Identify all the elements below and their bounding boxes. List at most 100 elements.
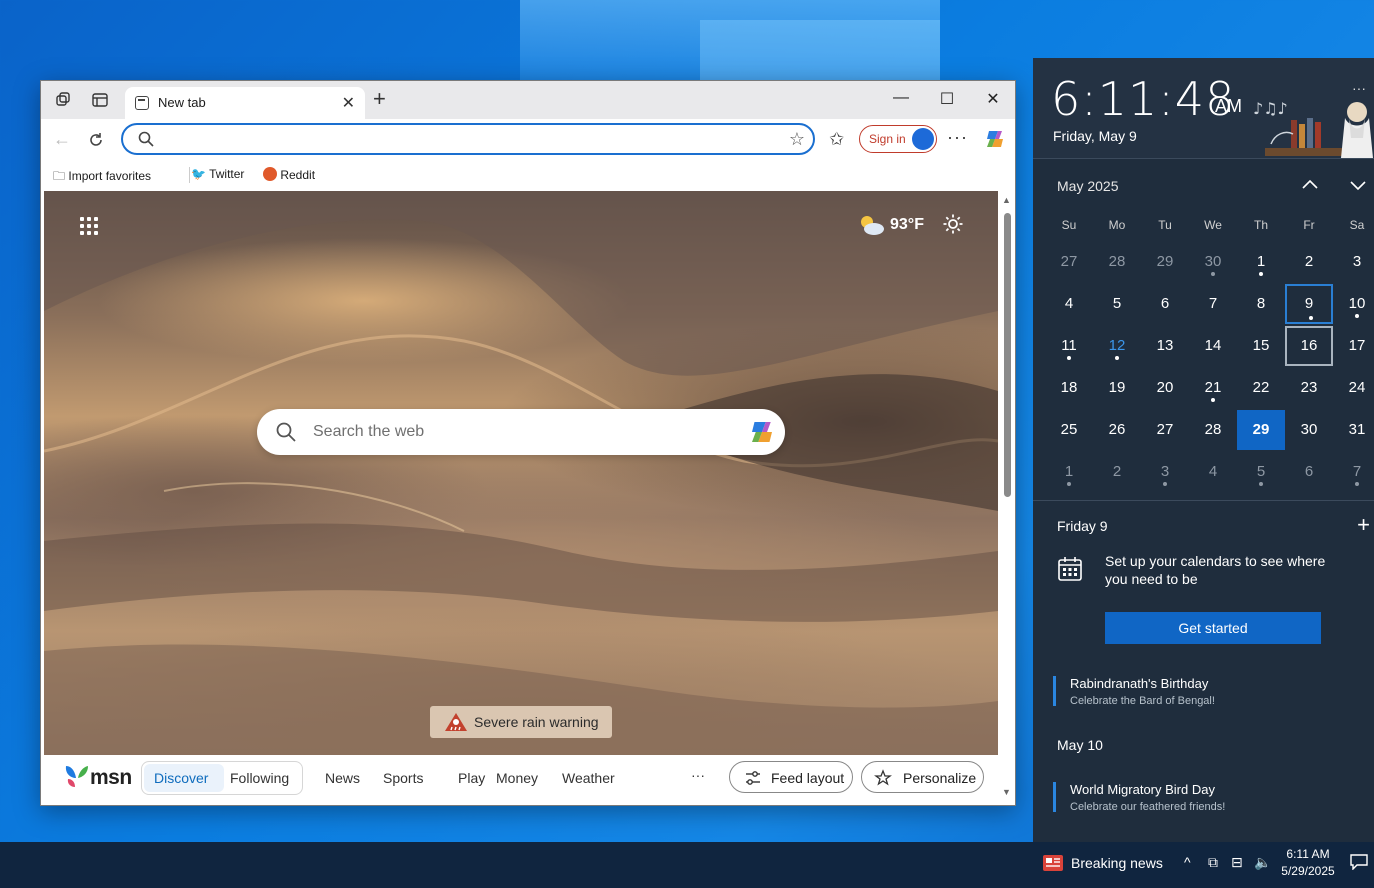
page-scrollbar[interactable]: ▲ ▼ — [999, 191, 1015, 805]
msn-category-news[interactable]: News — [325, 770, 360, 786]
volume-icon[interactable]: 🔈 — [1254, 854, 1271, 871]
show-hidden-icons-chevron-icon[interactable]: ^ — [1184, 854, 1191, 870]
calendar-day[interactable]: 3 — [1141, 452, 1189, 492]
calendar-day[interactable]: 6 — [1285, 452, 1333, 492]
calendar-day-number: 2 — [1112, 463, 1122, 480]
bookmark-reddit[interactable]: Reddit — [263, 167, 315, 182]
action-center-icon[interactable] — [1350, 854, 1368, 870]
minimize-button[interactable]: — — [891, 89, 911, 107]
calendar-day[interactable]: 27 — [1045, 242, 1093, 282]
calendar-day-number: 29 — [1156, 253, 1174, 270]
tab-discover[interactable]: Discover — [154, 770, 208, 786]
web-search-box[interactable]: Search the web — [257, 409, 785, 455]
maximize-button[interactable]: ☐ — [937, 89, 957, 109]
calendar-day[interactable]: 20 — [1141, 368, 1189, 408]
calendar-day[interactable]: 7 — [1189, 284, 1237, 324]
calendar-day[interactable]: 1 — [1237, 242, 1285, 282]
page-settings-gear-icon[interactable] — [942, 213, 964, 235]
calendar-day[interactable]: 5 — [1093, 284, 1141, 324]
previous-month-chevron-up-icon[interactable] — [1299, 174, 1321, 196]
tab-new-tab[interactable]: New tab ✕ — [125, 87, 365, 119]
calendar-day[interactable]: 5 — [1237, 452, 1285, 492]
scroll-down-arrow-icon[interactable]: ▼ — [1002, 787, 1011, 797]
calendar-day[interactable]: 7 — [1333, 452, 1374, 492]
calendar-day[interactable]: 27 — [1141, 410, 1189, 450]
bookmark-import-favorites[interactable]: 🗀 Import favorites — [53, 167, 151, 188]
sign-in-button[interactable]: Sign in — [859, 125, 937, 153]
calendar-day[interactable]: 21 — [1189, 368, 1237, 408]
calendar-day[interactable]: 30 — [1189, 242, 1237, 282]
calendar-day[interactable]: 28 — [1093, 242, 1141, 282]
scroll-up-arrow-icon[interactable]: ▲ — [1002, 195, 1011, 205]
calendar-day[interactable]: 14 — [1189, 326, 1237, 366]
calendar-day[interactable]: 10 — [1333, 284, 1374, 324]
flyout-more-icon[interactable]: ··· — [1352, 80, 1366, 96]
close-window-button[interactable]: ✕ — [983, 89, 1003, 109]
personalize-button[interactable]: Personalize — [861, 761, 984, 793]
month-title[interactable]: May 2025 — [1057, 178, 1118, 194]
new-tab-button[interactable]: + — [373, 88, 386, 110]
news-widget-icon[interactable] — [1042, 852, 1064, 874]
calendar-day[interactable]: 4 — [1045, 284, 1093, 324]
calendar-day[interactable]: 2 — [1285, 242, 1333, 282]
msn-butterfly-logo[interactable] — [62, 763, 92, 791]
calendar-day[interactable]: 25 — [1045, 410, 1093, 450]
workspaces-icon[interactable] — [55, 91, 73, 109]
msn-category-money[interactable]: Money — [496, 770, 538, 786]
feed-layout-button[interactable]: Feed layout — [729, 761, 853, 793]
calendar-day[interactable]: 18 — [1045, 368, 1093, 408]
news-widget-label[interactable]: Breaking news — [1071, 855, 1163, 871]
meet-now-icon[interactable]: ⧉ — [1208, 854, 1218, 871]
bookmark-twitter[interactable]: 🐦 Twitter — [191, 167, 244, 181]
calendar-day[interactable]: 24 — [1333, 368, 1374, 408]
event-title[interactable]: World Migratory Bird Day — [1070, 782, 1215, 797]
calendar-day[interactable]: 28 — [1189, 410, 1237, 450]
calendar-day[interactable]: 29 — [1237, 410, 1285, 450]
settings-more-icon[interactable]: ··· — [947, 127, 968, 148]
clock-date[interactable]: Friday, May 9 — [1053, 128, 1137, 144]
msn-category-weather[interactable]: Weather — [562, 770, 615, 786]
refresh-button[interactable] — [87, 131, 105, 149]
calendar-day[interactable]: 22 — [1237, 368, 1285, 408]
address-bar[interactable]: ☆ — [121, 123, 815, 155]
scrollbar-thumb[interactable] — [1004, 213, 1011, 497]
taskbar-clock[interactable]: 6:11 AM 5/29/2025 — [1280, 846, 1336, 880]
calendar-day[interactable]: 3 — [1333, 242, 1374, 282]
calendar-day[interactable]: 26 — [1093, 410, 1141, 450]
calendar-day[interactable]: 16 — [1285, 326, 1333, 366]
calendar-day[interactable]: 2 — [1093, 452, 1141, 492]
event-title[interactable]: Rabindranath's Birthday — [1070, 676, 1208, 691]
tab-following[interactable]: Following — [230, 770, 289, 786]
msn-category-play[interactable]: Play — [458, 770, 485, 786]
network-icon[interactable]: ⊟ — [1231, 854, 1243, 871]
calendar-day[interactable]: 31 — [1333, 410, 1374, 450]
add-event-plus-icon[interactable]: + — [1357, 514, 1370, 536]
close-tab-icon[interactable]: ✕ — [342, 93, 355, 113]
tab-actions-icon[interactable] — [91, 91, 109, 109]
favorite-star-icon[interactable]: ☆ — [789, 129, 805, 150]
next-month-chevron-down-icon[interactable] — [1347, 174, 1369, 196]
severe-weather-alert[interactable]: Severe rain warning — [430, 706, 612, 738]
copilot-icon[interactable] — [747, 417, 777, 447]
msn-more-icon[interactable]: ··· — [691, 767, 705, 783]
calendar-day[interactable]: 29 — [1141, 242, 1189, 282]
apps-grid-icon[interactable] — [80, 217, 98, 235]
calendar-day[interactable]: 12 — [1093, 326, 1141, 366]
calendar-day[interactable]: 6 — [1141, 284, 1189, 324]
calendar-day[interactable]: 11 — [1045, 326, 1093, 366]
msn-category-sports[interactable]: Sports — [383, 770, 423, 786]
calendar-day[interactable]: 30 — [1285, 410, 1333, 450]
calendar-day[interactable]: 13 — [1141, 326, 1189, 366]
calendar-day[interactable]: 8 — [1237, 284, 1285, 324]
calendar-day[interactable]: 19 — [1093, 368, 1141, 408]
favorites-icon[interactable]: ✩ — [829, 129, 844, 150]
calendar-day[interactable]: 1 — [1045, 452, 1093, 492]
copilot-icon[interactable] — [983, 127, 1007, 151]
calendar-day[interactable]: 23 — [1285, 368, 1333, 408]
back-button[interactable]: ← — [53, 129, 71, 150]
calendar-day[interactable]: 4 — [1189, 452, 1237, 492]
calendar-day[interactable]: 17 — [1333, 326, 1374, 366]
calendar-day[interactable]: 9 — [1285, 284, 1333, 324]
calendar-day[interactable]: 15 — [1237, 326, 1285, 366]
get-started-button[interactable]: Get started — [1105, 612, 1321, 644]
